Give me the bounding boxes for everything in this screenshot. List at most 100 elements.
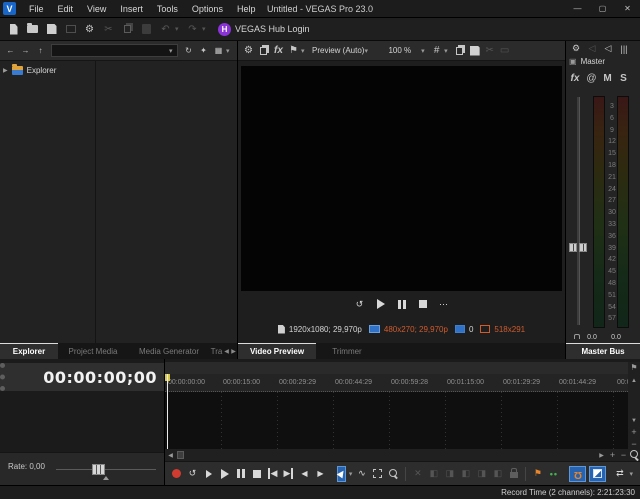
project-video-properties-icon[interactable]: ⚙ bbox=[241, 43, 256, 59]
normal-edit-tool-button[interactable]: ▶ bbox=[337, 466, 346, 482]
project-properties-button[interactable] bbox=[61, 20, 80, 39]
preview-more-button[interactable]: ⋯ bbox=[437, 296, 450, 312]
video-output-fx-icon[interactable]: fx bbox=[271, 43, 286, 59]
menu-options[interactable]: Options bbox=[185, 4, 230, 14]
ripple-type-button[interactable]: ⇄ bbox=[613, 466, 626, 482]
insert-marker-button[interactable]: ⚑ bbox=[531, 466, 544, 482]
vegas-hub-login-button[interactable]: VEGAS Hub Login bbox=[235, 24, 310, 34]
next-frame-button[interactable]: ▶ bbox=[314, 466, 327, 482]
zoom-out-track-icon[interactable]: − bbox=[628, 438, 640, 449]
tab-project-media[interactable]: Project Media bbox=[58, 343, 128, 359]
minimize-icon[interactable]: — bbox=[565, 0, 590, 17]
record-button[interactable] bbox=[170, 466, 183, 482]
lock-event-button[interactable] bbox=[507, 466, 520, 482]
vegas-hub-icon[interactable]: H bbox=[218, 23, 231, 36]
menu-help[interactable]: Help bbox=[230, 4, 263, 14]
preview-loop-button[interactable]: ↺ bbox=[353, 296, 366, 312]
trim-end-button[interactable]: ◨ bbox=[443, 466, 456, 482]
scroll-right-icon[interactable]: ▶ bbox=[596, 449, 607, 461]
split-trim-button[interactable]: ◧ bbox=[491, 466, 504, 482]
insert-region-button[interactable]: •• bbox=[547, 466, 560, 482]
cut-button[interactable]: ✂ bbox=[99, 20, 118, 39]
track-area[interactable] bbox=[165, 392, 628, 449]
go-to-end-button[interactable]: ▶ bbox=[282, 466, 295, 482]
stop-button[interactable] bbox=[250, 466, 263, 482]
slip-trim-button[interactable]: ◧ bbox=[459, 466, 472, 482]
selection-tool-button[interactable] bbox=[371, 466, 384, 482]
forward-icon[interactable]: → bbox=[18, 43, 33, 59]
scroll-up-icon[interactable]: ▲ bbox=[628, 375, 640, 386]
zoom-in-time-icon[interactable]: + bbox=[607, 449, 618, 461]
back-icon[interactable]: ← bbox=[3, 43, 18, 59]
loop-playback-button[interactable]: ↺ bbox=[186, 466, 199, 482]
paste-button[interactable] bbox=[137, 20, 156, 39]
address-input[interactable] bbox=[52, 46, 169, 55]
solo-button[interactable]: S bbox=[617, 70, 630, 86]
tab-media-generator[interactable]: Media Generator bbox=[128, 343, 210, 359]
meter-options-icon[interactable]: ▣ bbox=[569, 57, 577, 66]
undo-button[interactable]: ↶ bbox=[156, 20, 175, 39]
preview-stop-button[interactable] bbox=[416, 296, 429, 312]
copy-snapshot-button[interactable] bbox=[452, 43, 467, 59]
undo-dropdown-icon[interactable]: ▾ bbox=[175, 25, 183, 33]
tabs-scroll-right-icon[interactable]: ▶ bbox=[230, 343, 237, 359]
save-button[interactable] bbox=[42, 20, 61, 39]
master-fader-track[interactable] bbox=[577, 97, 580, 325]
zoom-edit-tool-button[interactable] bbox=[387, 466, 400, 482]
maximize-icon[interactable]: ▢ bbox=[590, 0, 615, 17]
trim-start-button[interactable]: ◧ bbox=[427, 466, 440, 482]
split-screen-dropdown-icon[interactable]: ▾ bbox=[301, 47, 309, 55]
tabs-scroll-left-icon[interactable]: ◀ bbox=[223, 343, 230, 359]
preview-play-button[interactable] bbox=[374, 296, 387, 312]
split-screen-icon[interactable]: ⚑ bbox=[286, 43, 301, 59]
ripple-type-dropdown-icon[interactable]: ▾ bbox=[629, 470, 633, 478]
time-display[interactable]: 00:00:00;00 bbox=[0, 363, 164, 391]
tab-explorer[interactable]: Explorer bbox=[0, 343, 58, 359]
pause-button[interactable] bbox=[234, 466, 247, 482]
new-project-button[interactable] bbox=[4, 20, 23, 39]
marker-tool-button[interactable]: ⚑ bbox=[628, 362, 640, 373]
auto-ripple-button[interactable] bbox=[589, 466, 606, 482]
copy-button[interactable] bbox=[118, 20, 137, 39]
marker-bar[interactable] bbox=[165, 362, 628, 374]
tab-transitions[interactable]: Tra bbox=[210, 343, 223, 359]
mixer-view-icon[interactable]: ||| bbox=[617, 42, 631, 55]
redo-dropdown-icon[interactable]: ▾ bbox=[202, 25, 210, 33]
rate-slider-handle[interactable] bbox=[92, 464, 105, 475]
play-from-start-button[interactable] bbox=[202, 466, 215, 482]
horizontal-scrollbar[interactable]: ◀ ▶ + − bbox=[165, 449, 640, 461]
menu-insert[interactable]: Insert bbox=[113, 4, 150, 14]
automation-icon[interactable]: @ bbox=[585, 70, 598, 86]
close-icon[interactable]: ✕ bbox=[615, 0, 640, 17]
expand-icon[interactable]: ▶ bbox=[3, 67, 8, 74]
tab-master-bus[interactable]: Master Bus bbox=[566, 343, 640, 359]
menu-file[interactable]: File bbox=[22, 4, 51, 14]
media-manager-icon[interactable]: ✦ bbox=[196, 43, 211, 59]
tab-video-preview[interactable]: Video Preview bbox=[238, 343, 316, 359]
address-combobox[interactable]: ▾ bbox=[51, 44, 178, 57]
scrollbar-thumb[interactable] bbox=[177, 451, 184, 459]
dim-output-icon[interactable]: ◁ bbox=[601, 42, 615, 55]
mute-button[interactable]: M bbox=[601, 70, 614, 86]
preview-pause-button[interactable] bbox=[395, 296, 408, 312]
scroll-left-icon[interactable]: ◀ bbox=[165, 449, 176, 461]
preview-quality-select[interactable]: Preview (Auto) bbox=[312, 46, 364, 55]
redo-button[interactable]: ↷ bbox=[183, 20, 202, 39]
preview-zoom-select[interactable]: 100 % bbox=[388, 46, 411, 55]
save-snapshot-button[interactable] bbox=[467, 43, 482, 59]
previous-frame-button[interactable]: ◀ bbox=[298, 466, 311, 482]
play-button[interactable] bbox=[218, 466, 231, 482]
master-fx-button[interactable]: fx bbox=[568, 70, 582, 86]
address-dropdown-icon[interactable]: ▾ bbox=[169, 47, 177, 55]
master-fader-handle[interactable] bbox=[569, 243, 587, 252]
refresh-icon[interactable]: ↻ bbox=[181, 43, 196, 59]
envelope-tool-button[interactable]: ∿ bbox=[355, 466, 368, 482]
grid-dropdown-icon[interactable]: ▾ bbox=[444, 47, 452, 55]
rate-slider-track[interactable] bbox=[56, 469, 156, 470]
vertical-scrollbar[interactable]: ⚑ ▲ ▼ + − bbox=[628, 362, 640, 449]
views-dropdown-icon[interactable]: ▾ bbox=[226, 47, 234, 55]
preferences-button[interactable]: ⚙ bbox=[80, 20, 99, 39]
menu-edit[interactable]: Edit bbox=[51, 4, 81, 14]
menu-view[interactable]: View bbox=[80, 4, 113, 14]
downmix-output-icon[interactable]: ◁ bbox=[585, 42, 599, 55]
